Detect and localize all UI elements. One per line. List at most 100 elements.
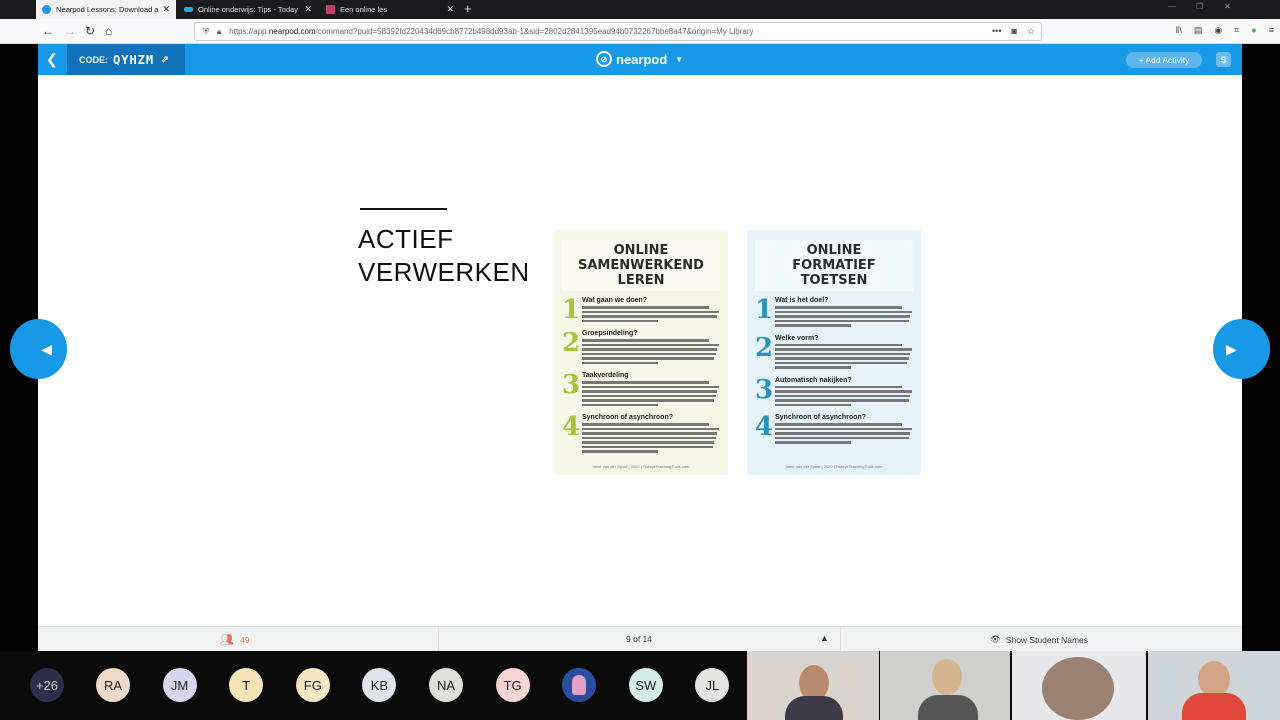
- person-head: [1198, 661, 1230, 697]
- logo-text: nearpod: [616, 51, 668, 67]
- sidebar-icon[interactable]: ▤: [1194, 25, 1203, 36]
- text-line: [582, 445, 714, 448]
- show-student-names-button[interactable]: 👁︎ Show Student Names: [990, 634, 1088, 645]
- participant-video[interactable]: [1148, 651, 1280, 720]
- poster-item-body: Groepsindeling?: [582, 330, 720, 366]
- triangle-left-icon: ◀: [41, 340, 52, 357]
- next-slide-button[interactable]: ▶: [1213, 319, 1270, 379]
- person-head: [1042, 657, 1114, 720]
- participant-avatar[interactable]: SW: [628, 668, 663, 702]
- browser-tab-online-onderwijs[interactable]: Online onderwijs: Tips - Today ✕: [178, 0, 318, 19]
- close-icon[interactable]: ✕: [304, 4, 312, 15]
- tab-label: Online onderwijs: Tips - Today: [198, 5, 298, 14]
- participant-video[interactable]: [747, 651, 879, 720]
- participant-avatar[interactable]: [562, 668, 597, 702]
- text-line: [775, 427, 912, 430]
- participant-avatar[interactable]: TG: [495, 668, 530, 702]
- address-bar[interactable]: ⛨ 🔒︎ https://app. nearpod.com/command?pui…: [194, 22, 1042, 41]
- close-icon[interactable]: ✕: [162, 4, 170, 15]
- back-arrow-icon[interactable]: ←: [42, 24, 54, 38]
- site-favicon-icon: [184, 7, 193, 12]
- menu-icon[interactable]: ≡: [1269, 25, 1274, 36]
- poster-item-heading: Synchroon of asynchroon?: [775, 414, 867, 421]
- poster-title-line: LEREN: [617, 273, 665, 288]
- previous-slide-button[interactable]: ◀: [10, 319, 67, 379]
- poster-footer: Irene van der Spoel | 2020 | TodaysTeach…: [785, 464, 883, 469]
- browser-tab-nearpod[interactable]: Nearpod Lessons: Download an ✕: [36, 0, 176, 19]
- participant-avatar[interactable]: NA: [429, 668, 463, 702]
- participant-avatar[interactable]: FG: [295, 668, 330, 702]
- forward-arrow-icon[interactable]: →: [64, 24, 76, 38]
- close-icon[interactable]: ✕: [446, 4, 454, 15]
- back-chevron-icon[interactable]: ❮: [46, 51, 58, 68]
- add-activity-button[interactable]: + Add Activity: [1126, 52, 1202, 68]
- pocket-icon[interactable]: ◙: [1011, 26, 1016, 37]
- account-icon[interactable]: ◉: [1214, 25, 1222, 36]
- slide-title: ACTIEF VERWERKEN: [358, 223, 530, 289]
- participant-avatar[interactable]: T: [229, 668, 264, 702]
- poster-footer: Irene van der Spoel | 2020 | TodaysTeach…: [592, 464, 690, 469]
- poster-formatief-toetsen: ONLINE FORMATIEF TOETSEN 1 Wat is het doe…: [747, 230, 921, 475]
- url-prefix: https://app.: [229, 27, 269, 36]
- text-line: [582, 441, 715, 444]
- restore-icon[interactable]: ❐: [1196, 2, 1203, 11]
- nearpod-logo-icon: ⊘: [596, 51, 612, 67]
- poster-title-line: SAMENWERKEND: [578, 258, 704, 273]
- poster-item-number: 2: [755, 332, 774, 363]
- poster-item-heading: Wat gaan we doen?: [582, 297, 648, 304]
- poster-item: 4 Synchroon of asynchroon?: [562, 414, 720, 455]
- divider: [840, 627, 841, 652]
- text-line: [582, 436, 716, 439]
- participant-avatar[interactable]: KB: [362, 668, 397, 702]
- nearpod-logo[interactable]: ⊘ nearpod ▼: [596, 51, 683, 67]
- poster-item-heading: Wat is het doel?: [775, 297, 829, 304]
- text-line: [775, 348, 912, 351]
- text-line: [582, 403, 658, 406]
- minimize-icon[interactable]: —: [1168, 2, 1176, 11]
- nearpod-favicon-icon: [42, 5, 51, 14]
- poster-item-heading: Groepsindeling?: [582, 330, 638, 337]
- title-rule: [360, 208, 447, 210]
- extension-icon[interactable]: ⌗: [1234, 25, 1239, 36]
- library-icon[interactable]: ‖\: [1176, 25, 1182, 36]
- url-path: /command?puid=58392fd220434d69cb8772b498…: [315, 27, 754, 36]
- poster-item-text: [775, 343, 913, 369]
- poster-item-body: Wat is het doel?: [775, 297, 913, 329]
- participant-video[interactable]: [1012, 651, 1146, 720]
- text-line: [582, 306, 709, 309]
- more-participants-badge[interactable]: +26: [30, 668, 64, 702]
- browser-nav-bar: ← → ↻ ⌂ ⛨ 🔒︎ https://app. nearpod.com/com…: [0, 19, 1280, 44]
- caret-down-icon[interactable]: ▼: [675, 55, 683, 64]
- text-line: [582, 390, 718, 393]
- triangle-up-icon[interactable]: ▲: [820, 633, 829, 643]
- poster-item-heading: Automatisch nakijken?: [775, 376, 852, 384]
- person-body: [785, 696, 843, 720]
- poster-title: ONLINE SAMENWERKEND LEREN: [562, 240, 720, 291]
- poster-item-number: 4: [755, 412, 774, 442]
- participant-avatar[interactable]: RA: [96, 668, 130, 702]
- session-code[interactable]: CODE: QYHZM ⇗: [67, 44, 185, 75]
- reload-icon[interactable]: ↻: [85, 24, 95, 38]
- participant-video[interactable]: [880, 651, 1010, 720]
- more-actions-icon[interactable]: •••: [992, 26, 1001, 37]
- bookmark-star-icon[interactable]: ☆: [1027, 26, 1035, 37]
- text-line: [775, 403, 851, 406]
- extension-color-icon[interactable]: ●: [1251, 25, 1256, 36]
- window-close-icon[interactable]: ✕: [1224, 2, 1231, 11]
- poster-item-heading: Welke vorm?: [775, 334, 819, 342]
- page-indicator: 9 of 14: [626, 634, 652, 644]
- divider: [438, 627, 439, 652]
- poster-title-line: TOETSEN: [800, 273, 868, 288]
- home-icon[interactable]: ⌂: [105, 24, 112, 38]
- text-line: [582, 399, 715, 402]
- poster-item-text: [775, 423, 913, 444]
- browser-tab-een-online-les[interactable]: Een online les ✕: [320, 0, 460, 19]
- share-icon[interactable]: ⇗: [161, 54, 169, 65]
- students-counter[interactable]: 👥︎ 49: [220, 633, 249, 646]
- new-tab-plus-icon[interactable]: +: [464, 1, 472, 16]
- participant-avatar[interactable]: JL: [695, 668, 730, 702]
- s-badge-button[interactable]: S: [1216, 52, 1231, 67]
- participant-avatar[interactable]: JM: [162, 668, 197, 702]
- text-line: [582, 423, 709, 426]
- text-line: [582, 343, 719, 346]
